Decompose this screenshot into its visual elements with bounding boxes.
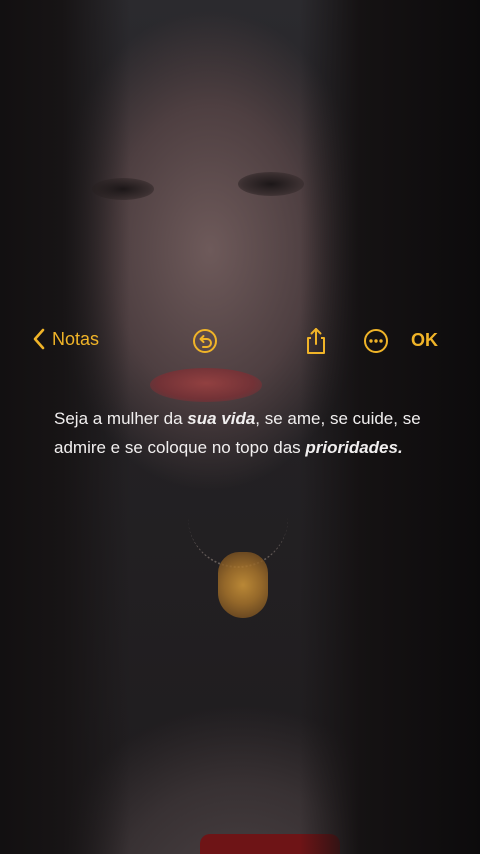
note-text-emphasis: prioridades. <box>305 438 403 457</box>
photo-tiger-pendant <box>218 552 268 618</box>
ellipsis-circle-icon[interactable] <box>362 327 390 355</box>
back-label: Notas <box>52 328 100 349</box>
photo-eye-right <box>238 172 304 196</box>
note-text: Seja a mulher da <box>54 409 188 428</box>
done-button[interactable]: OK <box>411 330 438 351</box>
share-icon[interactable] <box>302 327 330 355</box>
photo-lips <box>150 368 262 402</box>
chevron-left-icon <box>33 328 45 350</box>
note-text-emphasis: sua vida <box>187 409 256 428</box>
notes-navbar: Notas OK <box>0 322 480 362</box>
back-button[interactable]: Notas <box>32 328 99 350</box>
undo-circle-icon[interactable] <box>191 327 219 355</box>
note-body[interactable]: Seja a mulher da sua vida, se ame, se cu… <box>54 404 424 462</box>
